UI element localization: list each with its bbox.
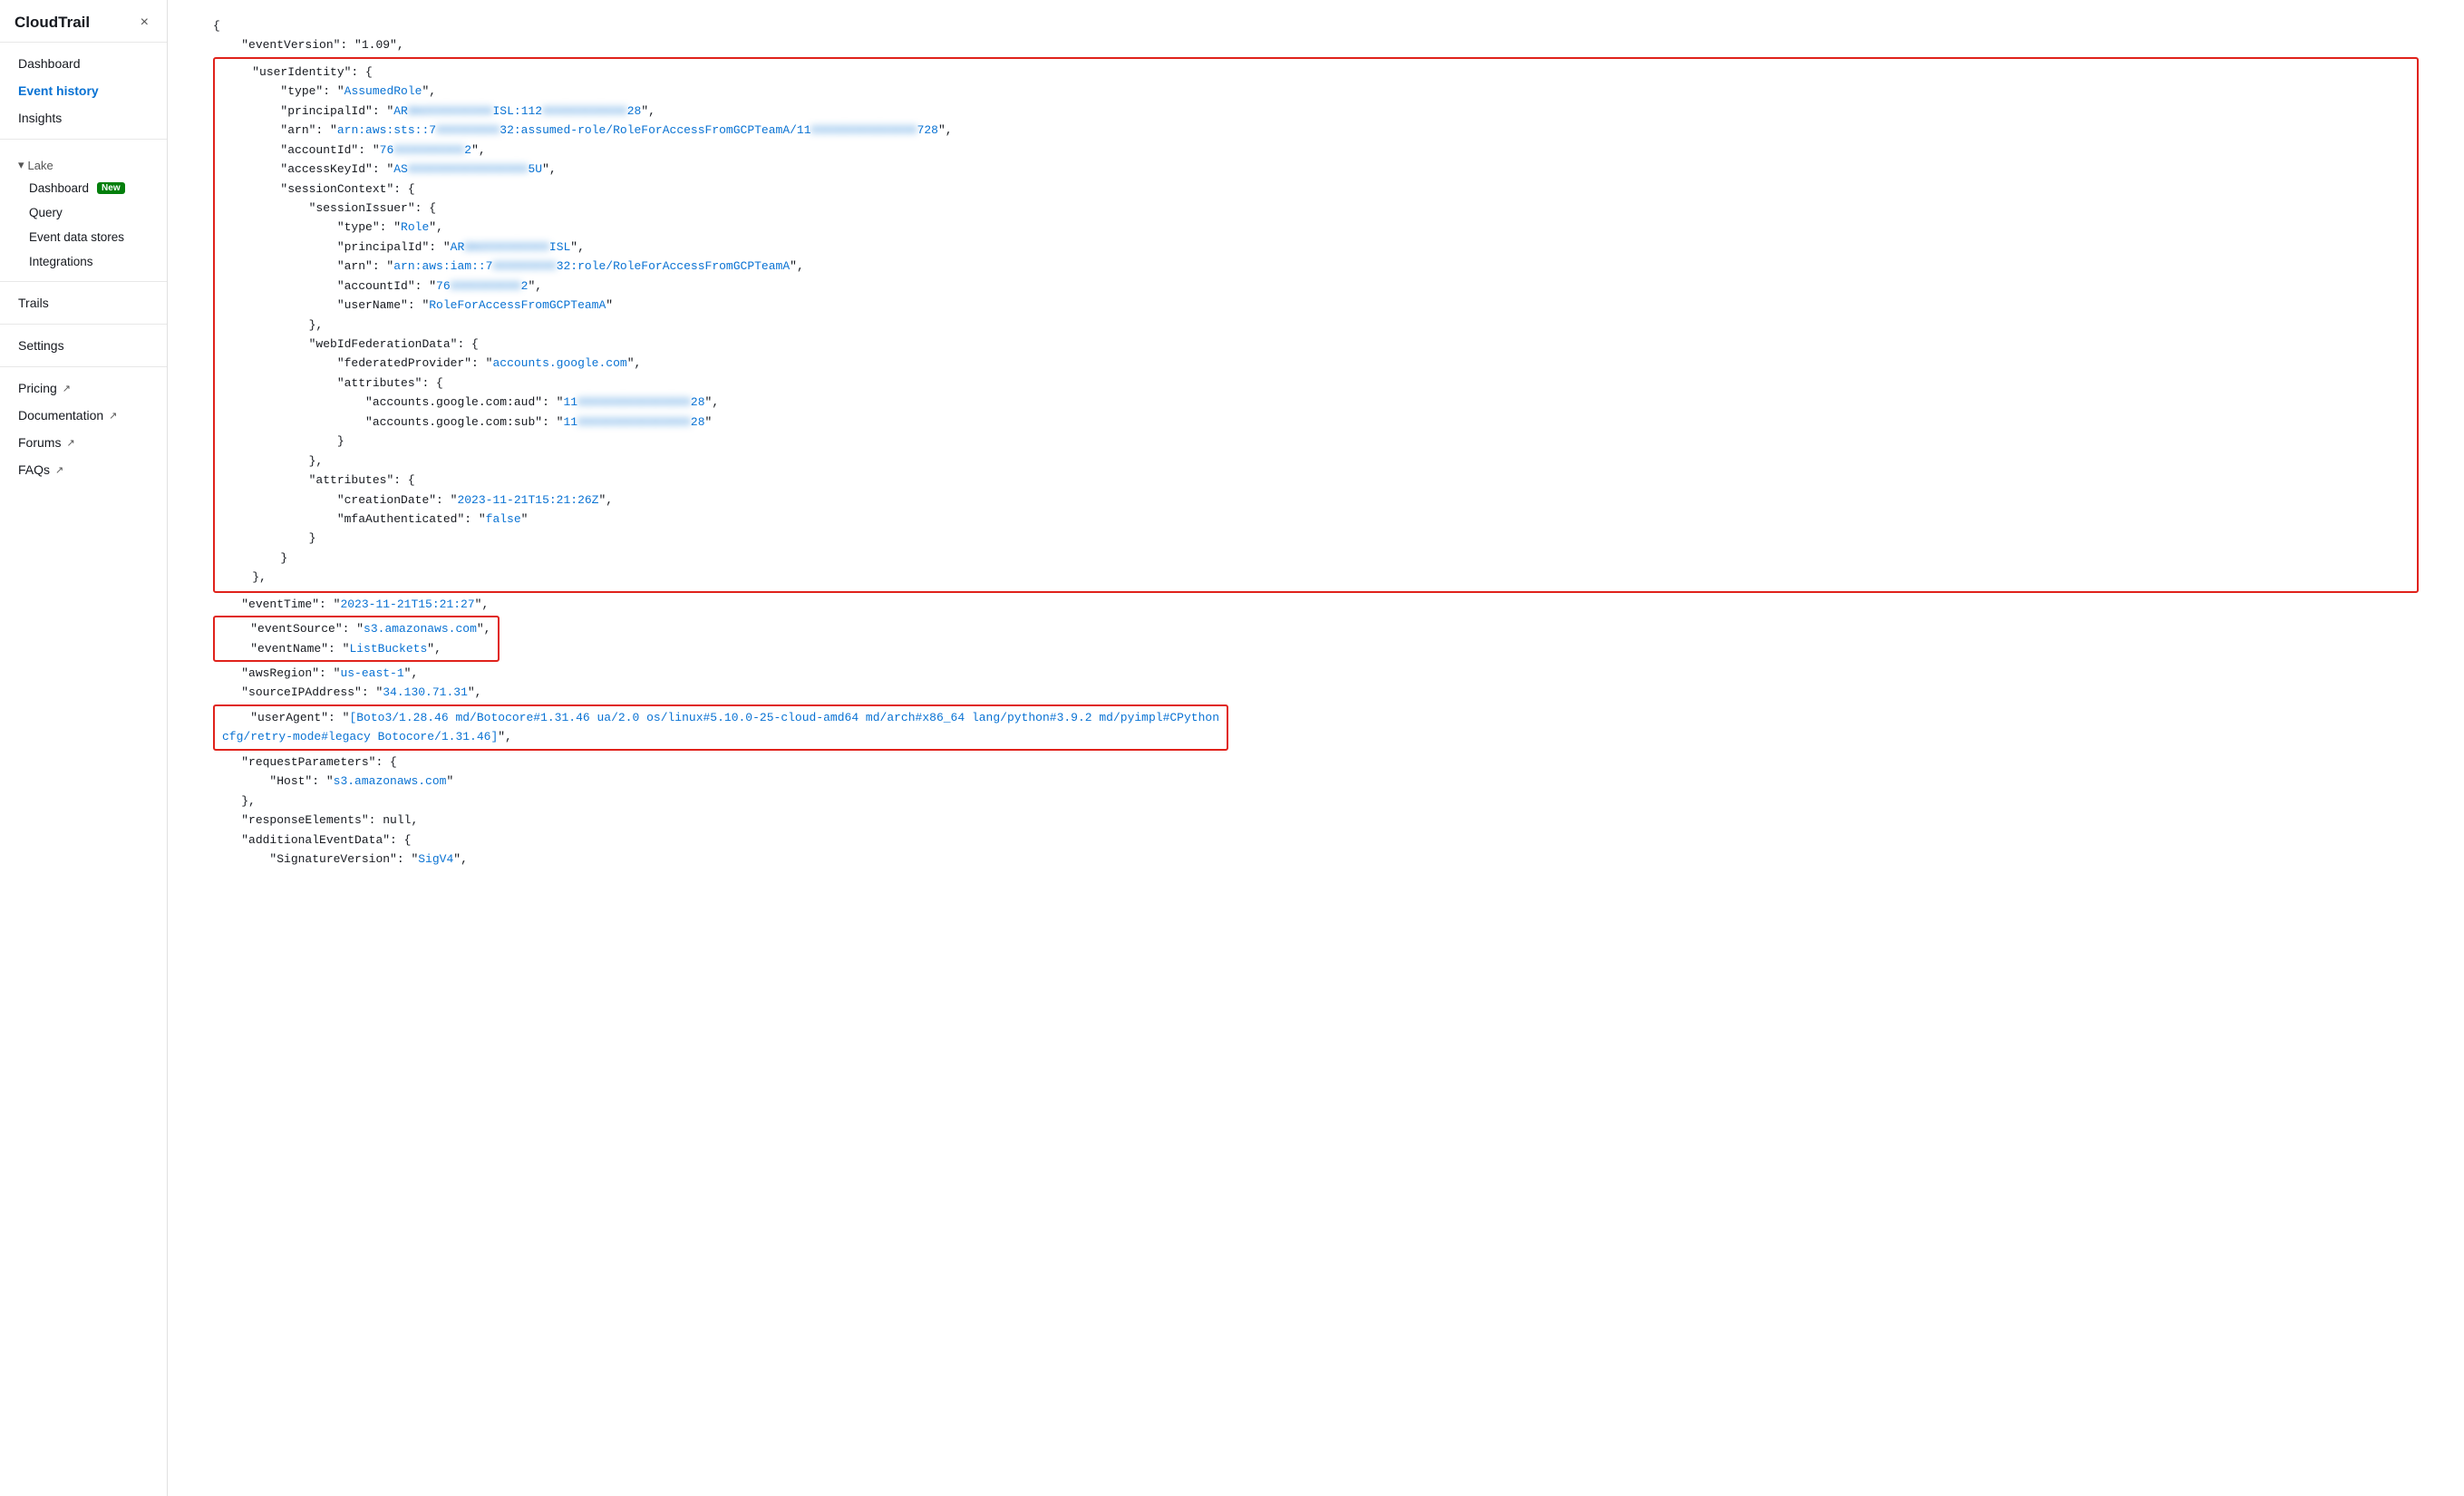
sub-item-label: Dashboard [29, 181, 89, 195]
sidebar-item-event-data-stores[interactable]: Event data stores [0, 225, 167, 249]
sidebar-item-dashboard[interactable]: Dashboard [0, 50, 167, 77]
main-content: { "eventVersion": "1.09", "userIdentity"… [168, 0, 2464, 1496]
sidebar-item-pricing[interactable]: Pricing ↗ [0, 374, 167, 402]
sidebar-item-forums[interactable]: Forums ↗ [0, 429, 167, 456]
json-content-area: { "eventVersion": "1.09", "userIdentity"… [168, 0, 2464, 885]
sidebar-section-lake: ▾ Lake [0, 147, 167, 176]
sub-item-label: Event data stores [29, 230, 124, 244]
sub-item-label: Query [29, 206, 63, 219]
sidebar-item-documentation[interactable]: Documentation ↗ [0, 402, 167, 429]
nav-divider-3 [0, 324, 167, 325]
lake-chevron-icon: ▾ [18, 158, 24, 172]
sidebar-item-trails[interactable]: Trails [0, 289, 167, 316]
external-link-icon: ↗ [63, 383, 71, 394]
sidebar-navigation: Dashboard Event history Insights ▾ Lake … [0, 43, 167, 491]
app-title: CloudTrail [15, 14, 90, 32]
sidebar-item-faqs[interactable]: FAQs ↗ [0, 456, 167, 483]
sidebar-close-button[interactable]: × [137, 13, 152, 33]
sidebar-item-label: Forums [18, 435, 61, 450]
external-link-icon: ↗ [66, 437, 74, 449]
external-link-icon: ↗ [55, 464, 63, 476]
nav-divider-1 [0, 139, 167, 140]
sidebar-item-label: Event history [18, 83, 99, 98]
sidebar-item-label: Pricing [18, 381, 57, 395]
sidebar-header: CloudTrail × [0, 0, 167, 43]
sidebar-item-dashboard-new[interactable]: Dashboard New [0, 176, 167, 200]
sidebar-item-query[interactable]: Query [0, 200, 167, 225]
nav-divider-4 [0, 366, 167, 367]
sidebar-item-settings[interactable]: Settings [0, 332, 167, 359]
sidebar-item-label: Settings [18, 338, 64, 353]
external-link-icon: ↗ [109, 410, 117, 422]
new-badge: New [97, 182, 125, 194]
sidebar-item-label: Dashboard [18, 56, 81, 71]
sidebar-item-label: Documentation [18, 408, 103, 423]
sidebar-item-event-history[interactable]: Event history [0, 77, 167, 104]
sidebar-item-label: Insights [18, 111, 62, 125]
sidebar-item-label: FAQs [18, 462, 50, 477]
sidebar-item-integrations[interactable]: Integrations [0, 249, 167, 274]
section-label: Lake [28, 159, 53, 172]
sidebar-item-insights[interactable]: Insights [0, 104, 167, 131]
sidebar-item-label: Trails [18, 296, 49, 310]
nav-divider-2 [0, 281, 167, 282]
sidebar: CloudTrail × Dashboard Event history Ins… [0, 0, 168, 1496]
json-viewer: { "eventVersion": "1.09", "userIdentity"… [186, 7, 2446, 878]
sub-item-label: Integrations [29, 255, 93, 268]
